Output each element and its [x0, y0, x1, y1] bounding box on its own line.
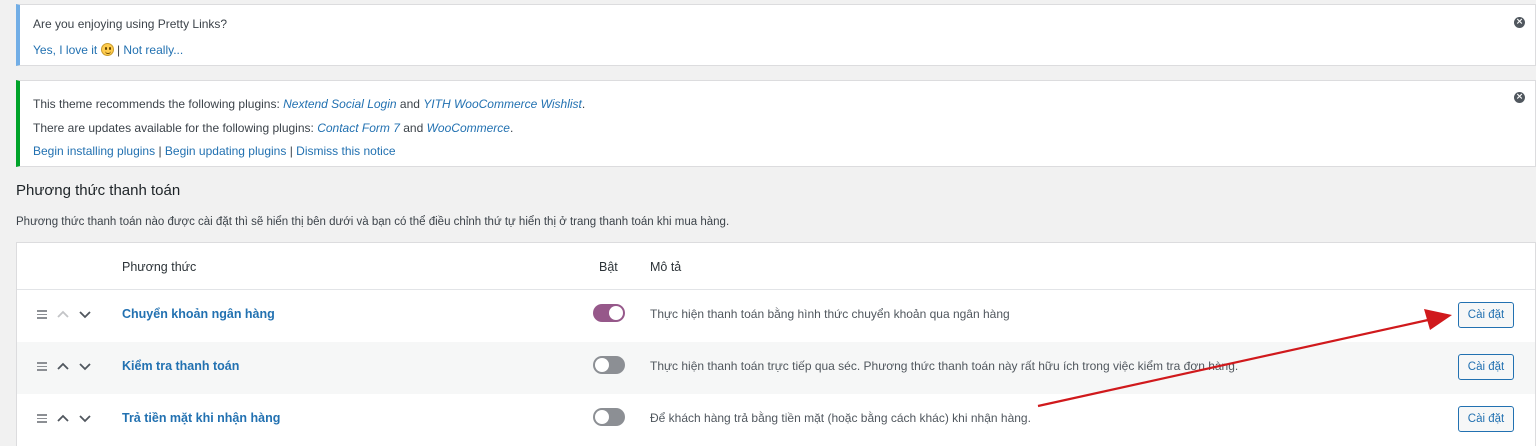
annotation-arrow [1037, 309, 1452, 408]
